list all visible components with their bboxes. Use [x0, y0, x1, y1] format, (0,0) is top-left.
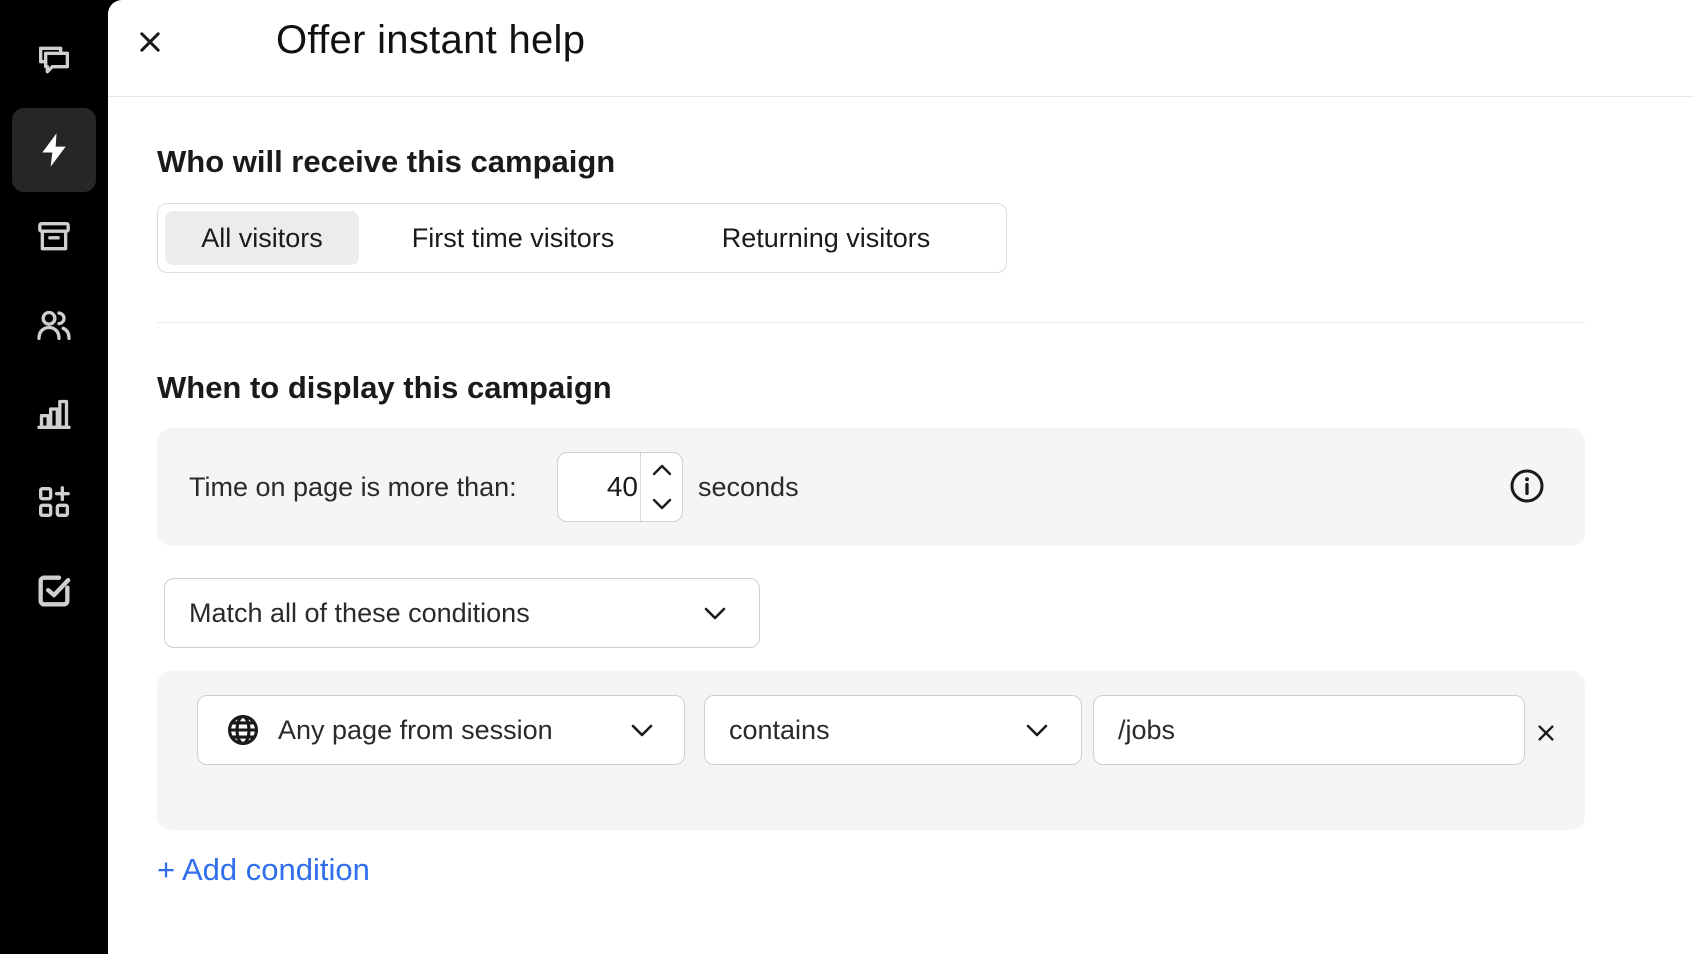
info-icon-graphic: [1510, 469, 1544, 503]
app-window: Offer instant help Who will receive this…: [0, 0, 1694, 954]
campaign-settings-panel: Offer instant help Who will receive this…: [108, 0, 1694, 954]
chevron-down-icon: [1023, 721, 1051, 739]
checkbox-icon: [38, 575, 71, 607]
condition-row: Any page from session contains /jobs: [157, 671, 1585, 830]
close-icon: [1538, 725, 1554, 741]
sidebar-item-apps[interactable]: [12, 460, 96, 544]
sidebar-item-customers[interactable]: [12, 283, 96, 367]
seconds-value[interactable]: 40: [558, 453, 638, 521]
seconds-stepper[interactable]: 40: [557, 452, 683, 522]
sidebar-item-campaigns[interactable]: [12, 108, 96, 192]
chat-icon: [39, 46, 70, 74]
condition-field-select[interactable]: Any page from session: [197, 695, 685, 765]
globe-icon: [226, 713, 260, 747]
display-heading: When to display this campaign: [157, 370, 612, 405]
chevron-down-icon: [652, 498, 672, 510]
sidebar-item-archive[interactable]: [12, 195, 96, 279]
lightning-icon: [42, 133, 66, 167]
condition-operator-value: contains: [729, 714, 830, 745]
section-divider: [157, 322, 1585, 323]
info-icon[interactable]: [1509, 468, 1545, 504]
chevron-down-icon: [628, 721, 656, 739]
sidebar-item-chats[interactable]: [12, 18, 96, 102]
time-on-page-label: Time on page is more than:: [189, 472, 517, 502]
audience-heading: Who will receive this campaign: [157, 144, 616, 179]
match-conditions-value: Match all of these conditions: [189, 597, 530, 628]
remove-condition-button[interactable]: [1531, 718, 1561, 748]
sidebar-item-tasks[interactable]: [12, 549, 96, 633]
condition-value-input[interactable]: /jobs: [1093, 695, 1525, 765]
increment-button[interactable]: [641, 453, 683, 487]
segment-returning-visitors[interactable]: Returning visitors: [666, 211, 986, 265]
chevron-up-icon: [652, 464, 672, 476]
match-conditions-select[interactable]: Match all of these conditions: [164, 578, 760, 648]
stepper-arrows: [640, 453, 683, 521]
seconds-unit-label: seconds: [698, 472, 799, 502]
add-condition-link[interactable]: + Add condition: [157, 852, 370, 888]
sidebar: [0, 0, 108, 954]
condition-field-value: Any page from session: [278, 714, 553, 745]
segment-first-time-visitors[interactable]: First time visitors: [368, 211, 658, 265]
segment-all-visitors[interactable]: All visitors: [165, 211, 359, 265]
sidebar-item-analytics[interactable]: [12, 372, 96, 456]
archive-icon: [38, 222, 70, 251]
condition-operator-select[interactable]: contains: [704, 695, 1082, 765]
panel-header: Offer instant help: [108, 0, 1694, 97]
bar-chart-icon: [37, 399, 71, 429]
close-icon: [140, 32, 160, 52]
apps-add-icon: [39, 486, 70, 517]
chevron-down-icon: [701, 604, 729, 622]
decrement-button[interactable]: [641, 487, 683, 521]
audience-segmented-control: All visitors First time visitors Returni…: [157, 203, 1007, 273]
users-icon: [37, 310, 71, 340]
close-button[interactable]: [128, 20, 172, 64]
page-title: Offer instant help: [276, 18, 586, 62]
time-on-page-rule: Time on page is more than: 40 seconds: [157, 428, 1585, 546]
